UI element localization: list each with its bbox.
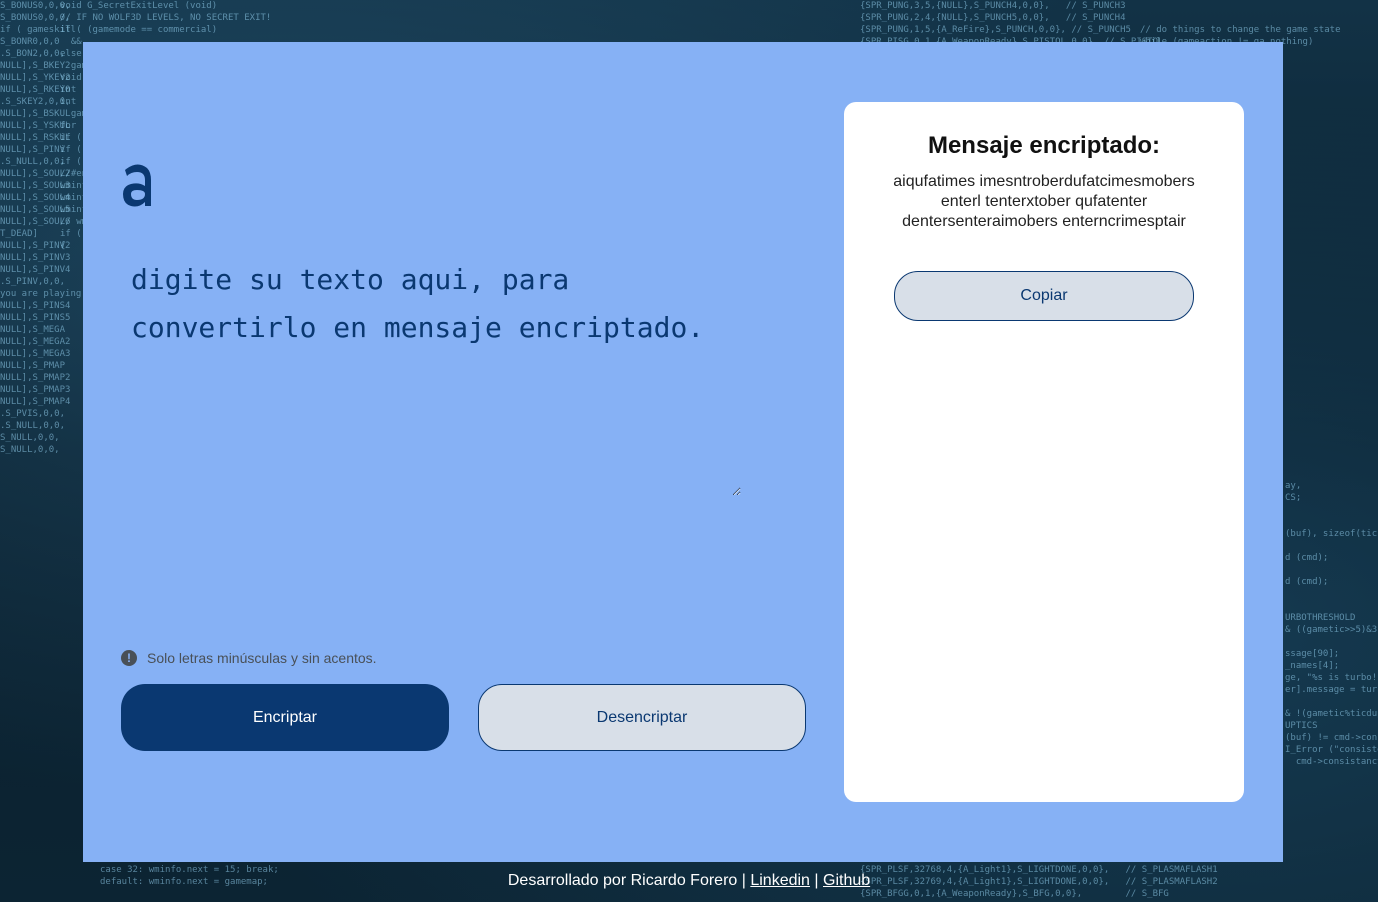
main-panel: ! Solo letras minúsculas y sin acentos. … [83,42,1283,862]
decrypt-button[interactable]: Desencriptar [478,684,806,751]
alura-a-logo-icon [119,160,155,216]
encrypted-message: aiqufatimes imesntroberdufatcimesmobers … [893,173,1195,230]
footer-separator: | [809,872,823,889]
copy-button[interactable]: Copiar [894,271,1194,321]
background-code-column: {SPR_PUNG,3,5,{NULL},S_PUNCH4,0,0}, // S… [860,1,1163,47]
message-input[interactable] [131,256,741,496]
hint-text: Solo letras minúsculas y sin acentos. [147,650,377,666]
footer: Desarrollado por Ricardo Forero | Linked… [0,872,1378,890]
input-hint: ! Solo letras minúsculas y sin acentos. [121,650,377,666]
github-link[interactable]: Github [823,872,870,889]
exclamation-circle-icon: ! [121,650,137,666]
footer-credit: Desarrollado por Ricardo Forero | [507,872,751,889]
background-code-column: // do things to change the game state wh… [1140,25,1341,47]
output-card: Mensaje encriptado: aiqufatimes imesntro… [844,102,1244,802]
output-title: Mensaje encriptado: [927,132,1161,159]
linkedin-link[interactable]: Linkedin [750,872,810,889]
background-code-column: ay, CS; (buf), sizeof(tic d (cmd); d (cm… [1285,481,1378,767]
encrypt-button[interactable]: Encriptar [121,684,449,751]
